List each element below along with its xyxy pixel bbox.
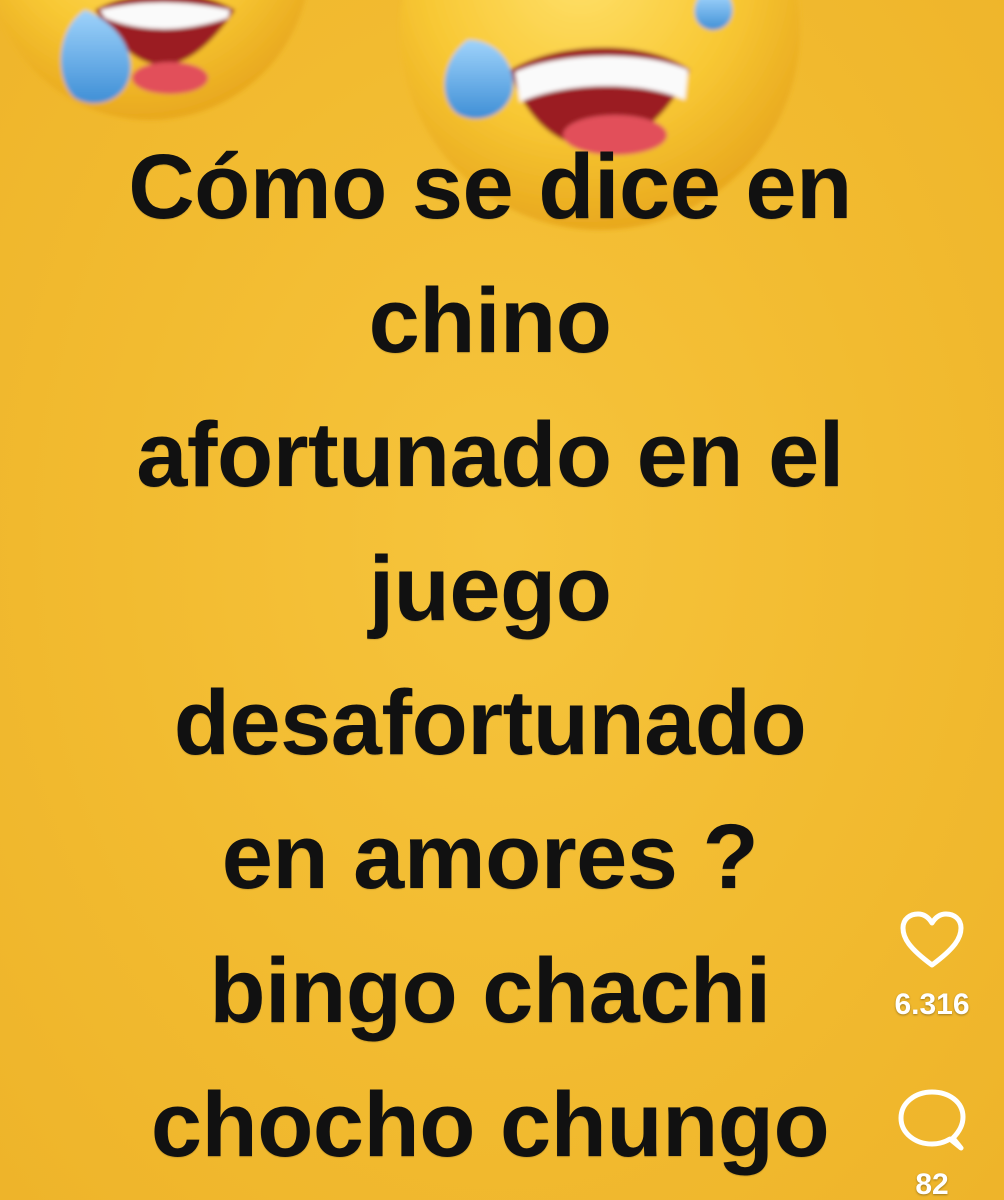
comment-button[interactable]: 82 — [872, 1088, 992, 1200]
caption-line: juego — [368, 538, 612, 640]
heart-outline-icon — [900, 911, 964, 968]
action-rail: 6.316 82 — [872, 910, 992, 1200]
meme-caption: Cómo se dice en chino afortunado en el j… — [40, 120, 940, 1192]
caption-line: en amores ? — [221, 806, 759, 908]
caption-line: chocho chungo — [150, 1074, 830, 1176]
caption-line: Cómo se dice en — [128, 136, 852, 238]
caption-line: bingo chachi — [209, 940, 771, 1042]
caption-line: desafortunado — [173, 672, 807, 774]
like-button[interactable]: 6.316 — [872, 910, 992, 1022]
caption-line: afortunado en el — [136, 404, 844, 506]
speech-bubble-icon — [898, 1089, 966, 1151]
caption-line: chino — [368, 270, 612, 372]
like-count: 6.316 — [894, 988, 970, 1021]
meme-image: Cómo se dice en chino afortunado en el j… — [0, 0, 1004, 1200]
comment-count: 82 — [915, 1168, 949, 1200]
left-laughing-emoji — [0, 0, 305, 120]
